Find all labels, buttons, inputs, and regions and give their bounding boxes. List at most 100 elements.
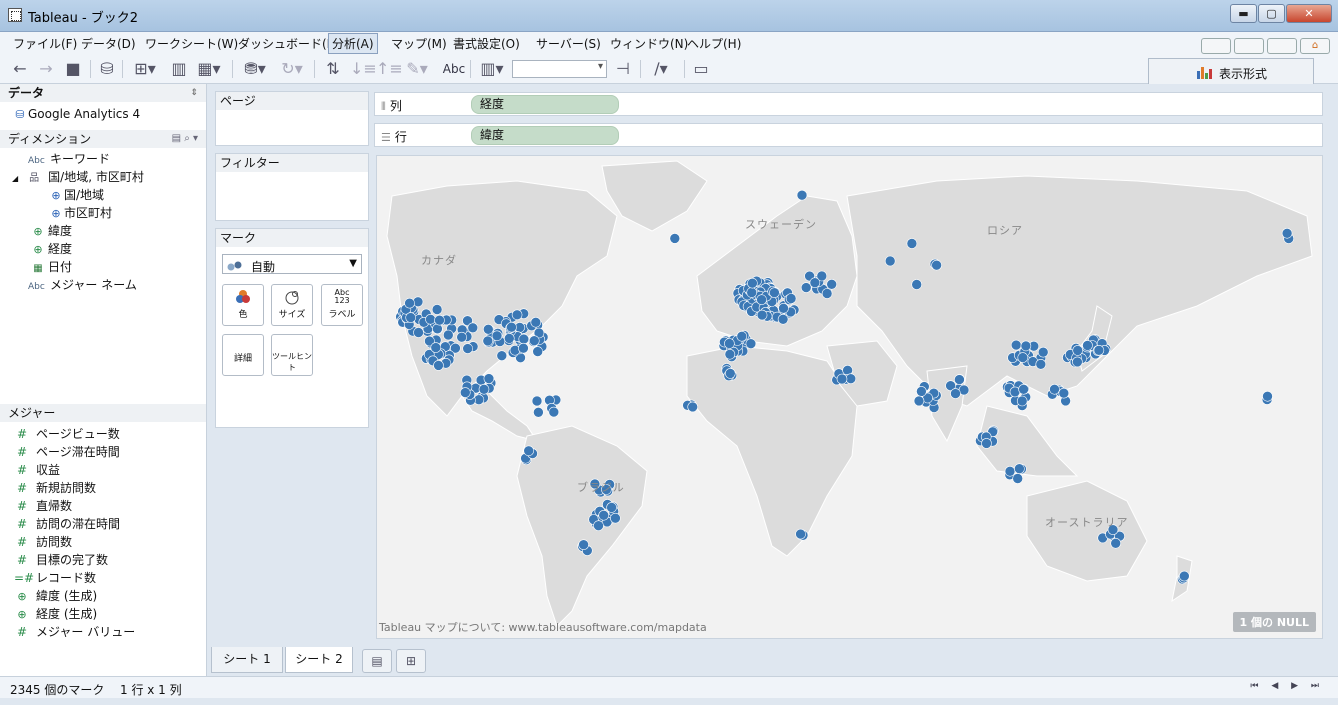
field-city[interactable]: ⊕ 市区町村 bbox=[48, 204, 112, 221]
detail-button[interactable]: 詳細 bbox=[222, 334, 264, 376]
map-mark[interactable] bbox=[1014, 463, 1025, 475]
map-mark[interactable] bbox=[911, 279, 923, 290]
map-mark[interactable] bbox=[610, 512, 621, 524]
show-me-button[interactable]: 表示形式 bbox=[1148, 58, 1314, 84]
map-mark[interactable] bbox=[482, 335, 494, 347]
map-mark[interactable] bbox=[913, 395, 925, 407]
map-mark[interactable] bbox=[906, 238, 918, 249]
map-mark[interactable] bbox=[1035, 359, 1047, 370]
map-mark[interactable] bbox=[724, 338, 735, 349]
tooltip-button[interactable]: ツールヒント bbox=[271, 334, 313, 376]
menu-data[interactable]: データ(D) bbox=[78, 35, 139, 52]
map-view[interactable]: カナダ スウェーデン ロシア ブラジル オーストラリア Tableau マップに… bbox=[376, 155, 1323, 639]
map-mark[interactable] bbox=[606, 502, 617, 513]
new-datasource-icon[interactable]: ⛁ bbox=[97, 60, 117, 78]
label-button[interactable]: Abc 123 ラベル bbox=[321, 284, 363, 326]
map-mark[interactable] bbox=[431, 304, 443, 315]
map-mark[interactable] bbox=[1093, 345, 1105, 356]
field-latitude-generated[interactable]: ⊕ 緯度 (生成) bbox=[14, 587, 97, 604]
map-mark[interactable] bbox=[533, 406, 544, 418]
map-mark[interactable] bbox=[800, 282, 812, 293]
datasource-item[interactable]: ⛁ Google Analytics 4 bbox=[12, 107, 140, 121]
field-latitude[interactable]: ⊕ 緯度 bbox=[30, 222, 72, 239]
new-worksheet-tab-icon[interactable]: ▤ bbox=[362, 649, 392, 673]
map-mark[interactable] bbox=[523, 445, 534, 457]
map-mark[interactable] bbox=[1017, 352, 1029, 363]
map-mark[interactable] bbox=[518, 342, 529, 354]
map-mark[interactable] bbox=[1020, 340, 1032, 352]
field-visit-duration[interactable]: # 訪問の滞在時間 bbox=[14, 515, 120, 532]
field-measure-values[interactable]: # メジャー バリュー bbox=[14, 623, 135, 640]
map-mark[interactable] bbox=[845, 373, 857, 384]
map-mark[interactable] bbox=[916, 386, 927, 397]
menu-dashboard[interactable]: ダッシュボード(B) bbox=[235, 35, 343, 52]
map-mark[interactable] bbox=[1037, 346, 1049, 358]
collapse-icon[interactable]: ◢ bbox=[12, 174, 18, 183]
new-dashboard-tab-icon[interactable]: ⊞ bbox=[396, 649, 426, 673]
map-mark[interactable] bbox=[745, 338, 757, 349]
menu-worksheet[interactable]: ワークシート(W) bbox=[142, 35, 241, 52]
map-mark[interactable] bbox=[1281, 228, 1293, 239]
map-mark[interactable] bbox=[687, 401, 699, 413]
field-keyword[interactable]: Abc キーワード bbox=[28, 150, 110, 167]
start-page-button[interactable]: ⌂ bbox=[1300, 38, 1330, 54]
field-longitude[interactable]: ⊕ 経度 bbox=[30, 240, 72, 257]
redo-icon[interactable]: → bbox=[36, 60, 56, 78]
map-mark[interactable] bbox=[826, 279, 838, 290]
color-button[interactable]: 色 bbox=[222, 284, 264, 326]
fit-dropdown-icon[interactable]: ▥▾ bbox=[476, 60, 508, 78]
tab-sheet1[interactable]: シート 1 bbox=[211, 647, 283, 673]
map-mark[interactable] bbox=[1012, 473, 1024, 484]
field-revenue[interactable]: # 収益 bbox=[14, 461, 60, 478]
map-mark[interactable] bbox=[1072, 345, 1084, 356]
sort-ascending-icon[interactable]: ↓≡ bbox=[350, 60, 377, 78]
clear-sheet-icon[interactable]: ▦▾ bbox=[194, 60, 224, 78]
map-mark[interactable] bbox=[1018, 384, 1029, 395]
map-mark[interactable] bbox=[496, 350, 508, 361]
pane-menu-icon[interactable]: ⇕ bbox=[190, 84, 198, 102]
refresh-icon[interactable]: ↻▾ bbox=[278, 60, 306, 78]
presentation-mode-button[interactable] bbox=[1201, 38, 1231, 54]
field-time-on-page[interactable]: # ページ滞在時間 bbox=[14, 443, 120, 460]
menu-analysis[interactable]: 分析(A) bbox=[328, 33, 378, 54]
menu-file[interactable]: ファイル(F) bbox=[10, 35, 80, 52]
minimize-button[interactable]: ▬ bbox=[1230, 4, 1257, 23]
annotate-icon[interactable]: ∕▾ bbox=[646, 60, 676, 78]
map-attribution[interactable]: Tableau マップについて: www.tableausoftware.com… bbox=[379, 619, 707, 635]
map-mark[interactable] bbox=[511, 309, 523, 321]
field-new-visits[interactable]: # 新規訪問数 bbox=[14, 479, 96, 496]
map-mark[interactable] bbox=[532, 346, 543, 357]
menu-server[interactable]: サーバー(S) bbox=[533, 35, 604, 52]
map-mark[interactable] bbox=[777, 314, 789, 325]
map-mark[interactable] bbox=[1262, 391, 1273, 402]
map-mark[interactable] bbox=[456, 331, 467, 343]
map-mark[interactable] bbox=[430, 342, 442, 353]
map-mark[interactable] bbox=[434, 314, 445, 326]
maximize-button[interactable]: ▢ bbox=[1258, 4, 1285, 23]
mark-type-dropdown[interactable]: 自動 ▼ bbox=[222, 254, 362, 274]
map-mark[interactable] bbox=[548, 406, 560, 418]
map-mark[interactable] bbox=[1058, 387, 1070, 399]
map-mark[interactable] bbox=[1072, 356, 1083, 368]
size-button[interactable]: サイズ bbox=[271, 284, 313, 326]
map-mark[interactable] bbox=[809, 277, 821, 288]
pages-card[interactable]: ページ bbox=[215, 91, 369, 146]
menu-help[interactable]: ヘルプ(H) bbox=[684, 35, 744, 52]
sort-descending-icon[interactable]: ↑≡ bbox=[376, 60, 403, 78]
filters-card[interactable]: フィルター bbox=[215, 153, 369, 221]
map-mark[interactable] bbox=[491, 330, 503, 342]
map-mark[interactable] bbox=[598, 509, 609, 521]
map-mark[interactable] bbox=[425, 314, 436, 325]
map-mark[interactable] bbox=[981, 438, 992, 449]
map-mark[interactable] bbox=[724, 368, 736, 379]
map-mark[interactable] bbox=[795, 528, 806, 540]
map-mark[interactable] bbox=[931, 259, 942, 271]
map-mark[interactable] bbox=[593, 520, 604, 532]
map-mark[interactable] bbox=[405, 312, 417, 323]
map-mark[interactable] bbox=[1110, 537, 1122, 549]
map-mark[interactable] bbox=[467, 322, 479, 334]
map-mark[interactable] bbox=[954, 374, 965, 385]
map-mark[interactable] bbox=[504, 333, 515, 344]
highlight-icon[interactable]: ✎▾ bbox=[402, 60, 432, 78]
fit-combo[interactable] bbox=[512, 60, 607, 78]
